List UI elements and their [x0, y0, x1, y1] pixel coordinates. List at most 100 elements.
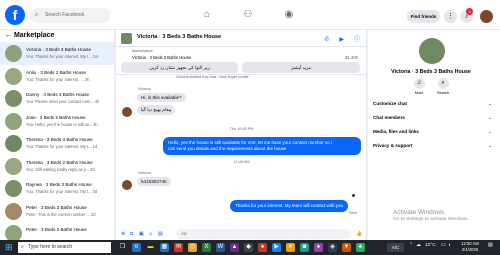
- like-icon[interactable]: 👍: [356, 231, 362, 237]
- word-icon[interactable]: W: [216, 243, 225, 252]
- sender-avatar: [122, 107, 132, 117]
- groups-icon[interactable]: ◉: [281, 7, 297, 23]
- chrome-icon[interactable]: ◎: [188, 243, 197, 252]
- menu-grid-icon[interactable]: ⋮: [444, 10, 457, 23]
- sent-status: Sent: [349, 211, 357, 215]
- section-label: Chat members: [373, 115, 405, 120]
- excel-icon[interactable]: X: [202, 243, 211, 252]
- conversation-name: Peter · 3 Beds 2 Baths House: [26, 227, 87, 232]
- phone-icon[interactable]: ✆: [324, 37, 329, 43]
- back-arrow-icon[interactable]: ←: [5, 32, 12, 39]
- chevron-down-icon: ⌄: [488, 115, 492, 120]
- input-language-indicator[interactable]: A/C: [387, 243, 404, 252]
- notification-center-icon[interactable]: ▤: [488, 243, 493, 248]
- windows-taskbar: ⊞ ⌕ Type here to search ❐ e ▬ ▦ ✉ ◎ X W …: [0, 240, 500, 255]
- more-options-button[interactable]: مزید آپشنز: [242, 62, 360, 73]
- conversation-avatar: [5, 135, 22, 152]
- customize-chat-section[interactable]: Customize chat ⌄: [373, 98, 494, 110]
- conversation-item[interactable]: Theresa · 3 Beds 2 Baths House You: Stil…: [0, 155, 114, 178]
- chat-title[interactable]: Victoria · 3 Beds 3 Baths House: [137, 34, 221, 40]
- chat-avatar[interactable]: [121, 33, 132, 44]
- outgoing-message: Hello, yes the house is still available …: [163, 137, 361, 155]
- app-icon[interactable]: ◆: [244, 243, 253, 252]
- watermark-subtitle: Go to Settings to activate Windows.: [393, 217, 469, 222]
- conversation-preview: You: Hello, yes the house is still av...…: [26, 121, 98, 127]
- conversation-item[interactable]: Victoria · 3 Beds 3 Baths House You: Tha…: [0, 42, 114, 65]
- conversation-preview: You: Please send your contact num... 4h: [26, 99, 100, 104]
- home-icon[interactable]: ⌂: [199, 7, 215, 23]
- app-icon[interactable]: ★: [286, 243, 295, 252]
- video-call-icon[interactable]: ▶: [339, 37, 344, 43]
- edge-browser-icon[interactable]: e: [132, 243, 141, 252]
- file-explorer-icon[interactable]: ▬: [146, 243, 155, 252]
- search-label: Search: [436, 91, 450, 95]
- marketplace-label: Marketplace: [132, 49, 153, 53]
- message-input[interactable]: Aa: [176, 229, 351, 239]
- weather-temperature[interactable]: 12°C: [425, 243, 436, 248]
- conversation-name: Raynea · 3 Beds 3 Baths House: [26, 182, 92, 187]
- gif-icon[interactable]: ▤: [158, 231, 163, 237]
- camera-icon[interactable]: ◘: [130, 231, 133, 237]
- taskbar-search-input[interactable]: ⌕ Type here to search: [18, 242, 111, 253]
- conversation-item[interactable]: Anilu · 3 Beds 2 Baths House You: Thanks…: [0, 65, 114, 88]
- app-icon[interactable]: ▶: [272, 243, 281, 252]
- friends-icon[interactable]: ⚇: [240, 7, 256, 23]
- app-icon[interactable]: ▼: [342, 243, 351, 252]
- mail-icon[interactable]: ✉: [174, 243, 183, 252]
- incoming-message: پیغام بھیج دیا گیا: [137, 105, 176, 115]
- chat-panel: Victoria · 3 Beds 3 Baths House ✆ ▶ ⓘ Mark…: [116, 30, 367, 240]
- mark-pending-button[interactable]: زیر التوا کی بجھیز نشان زد کریں: [121, 62, 238, 73]
- search-conversation-button[interactable]: ⌕ Search: [433, 78, 453, 95]
- privacy-support-section[interactable]: Privacy & support ⌄: [373, 140, 494, 152]
- conversation-item[interactable]: Danny · 3 Beds 3 Baths House You: Please…: [0, 87, 114, 110]
- store-icon[interactable]: ▦: [160, 243, 169, 252]
- listing-title[interactable]: Victoria · 3 Beds 3 Baths House: [132, 55, 191, 60]
- profile-avatar[interactable]: [480, 10, 493, 23]
- conversation-item[interactable]: Raynea · 3 Beds 3 Baths House You: Thank…: [0, 177, 114, 200]
- find-friends-button[interactable]: Find friends: [407, 10, 440, 23]
- sticker-icon[interactable]: ☺: [148, 231, 153, 237]
- image-icon[interactable]: ▣: [139, 231, 144, 237]
- conversation-item[interactable]: Peter · 3 Beds 2 Baths House: [0, 222, 114, 240]
- app-icon[interactable]: ▲: [230, 243, 239, 252]
- conversation-name: Theresa · 3 Beds 2 Baths House: [26, 159, 93, 165]
- app-icon[interactable]: ◙: [300, 243, 309, 252]
- windows-start-icon[interactable]: ⊞: [5, 243, 14, 252]
- volume-icon[interactable]: ◖: [448, 243, 451, 248]
- conversation-item[interactable]: Jose · 3 Beds 2 Baths House You: Hello, …: [0, 110, 114, 133]
- media-files-links-section[interactable]: Media, files and links ⌄: [373, 126, 494, 138]
- top-navigation-bar: f ⌕ Search Facebook ⌂ ⚇ ◉ Find friends ⋮…: [0, 0, 500, 30]
- chat-members-section[interactable]: Chat members ⌄: [373, 112, 494, 124]
- sidebar-header: ← Marketplace: [0, 30, 114, 42]
- conversation-item[interactable]: Theresa · 3 Beds 3 Baths House You: Than…: [0, 132, 114, 155]
- conversation-avatar: [5, 45, 22, 62]
- listing-avatar: [419, 38, 445, 64]
- app-icon[interactable]: ♣: [356, 243, 365, 252]
- task-view-icon[interactable]: ❐: [118, 243, 127, 252]
- info-icon[interactable]: ⓘ: [354, 37, 360, 43]
- section-label: Privacy & support: [373, 143, 413, 148]
- chat-header: Victoria · 3 Beds 3 Baths House ✆ ▶ ⓘ: [116, 30, 366, 47]
- app-icon[interactable]: ●: [258, 243, 267, 252]
- chevron-down-icon: ⌄: [488, 129, 492, 134]
- tray-overflow-icon[interactable]: ⌃: [409, 243, 413, 248]
- conversation-preview: You: Thanks for your interest. My t... 1…: [26, 54, 99, 59]
- search-icon: ⌕: [21, 244, 24, 250]
- app-icon[interactable]: ♠: [314, 243, 323, 252]
- system-clock[interactable]: 12:50 AM 2/1/2025: [456, 241, 484, 253]
- conversation-name: Jose · 3 Beds 2 Baths House: [26, 114, 86, 120]
- add-icon[interactable]: ⊕: [121, 231, 125, 237]
- mute-label: Mute: [414, 91, 424, 95]
- conversation-item[interactable]: Peter · 3 Beds 3 Baths House Peter: This…: [0, 200, 114, 223]
- search-facebook-input[interactable]: ⌕ Search Facebook: [30, 8, 110, 23]
- chat-start-notice: Victoria started this chat. View buyer p…: [176, 75, 249, 79]
- weather-icon[interactable]: ☁: [416, 243, 421, 248]
- facebook-logo[interactable]: f: [5, 5, 25, 25]
- app-icon[interactable]: ◈: [328, 243, 337, 252]
- conversation-avatar: [5, 202, 22, 220]
- mute-button[interactable]: ♫ Mute: [409, 78, 429, 95]
- conversation-preview: You: Thanks for your interest. ... 2h: [26, 76, 90, 82]
- taskbar-search-placeholder: Type here to search: [28, 244, 73, 250]
- network-icon[interactable]: ▭: [441, 243, 446, 248]
- sender-avatar: [122, 180, 132, 190]
